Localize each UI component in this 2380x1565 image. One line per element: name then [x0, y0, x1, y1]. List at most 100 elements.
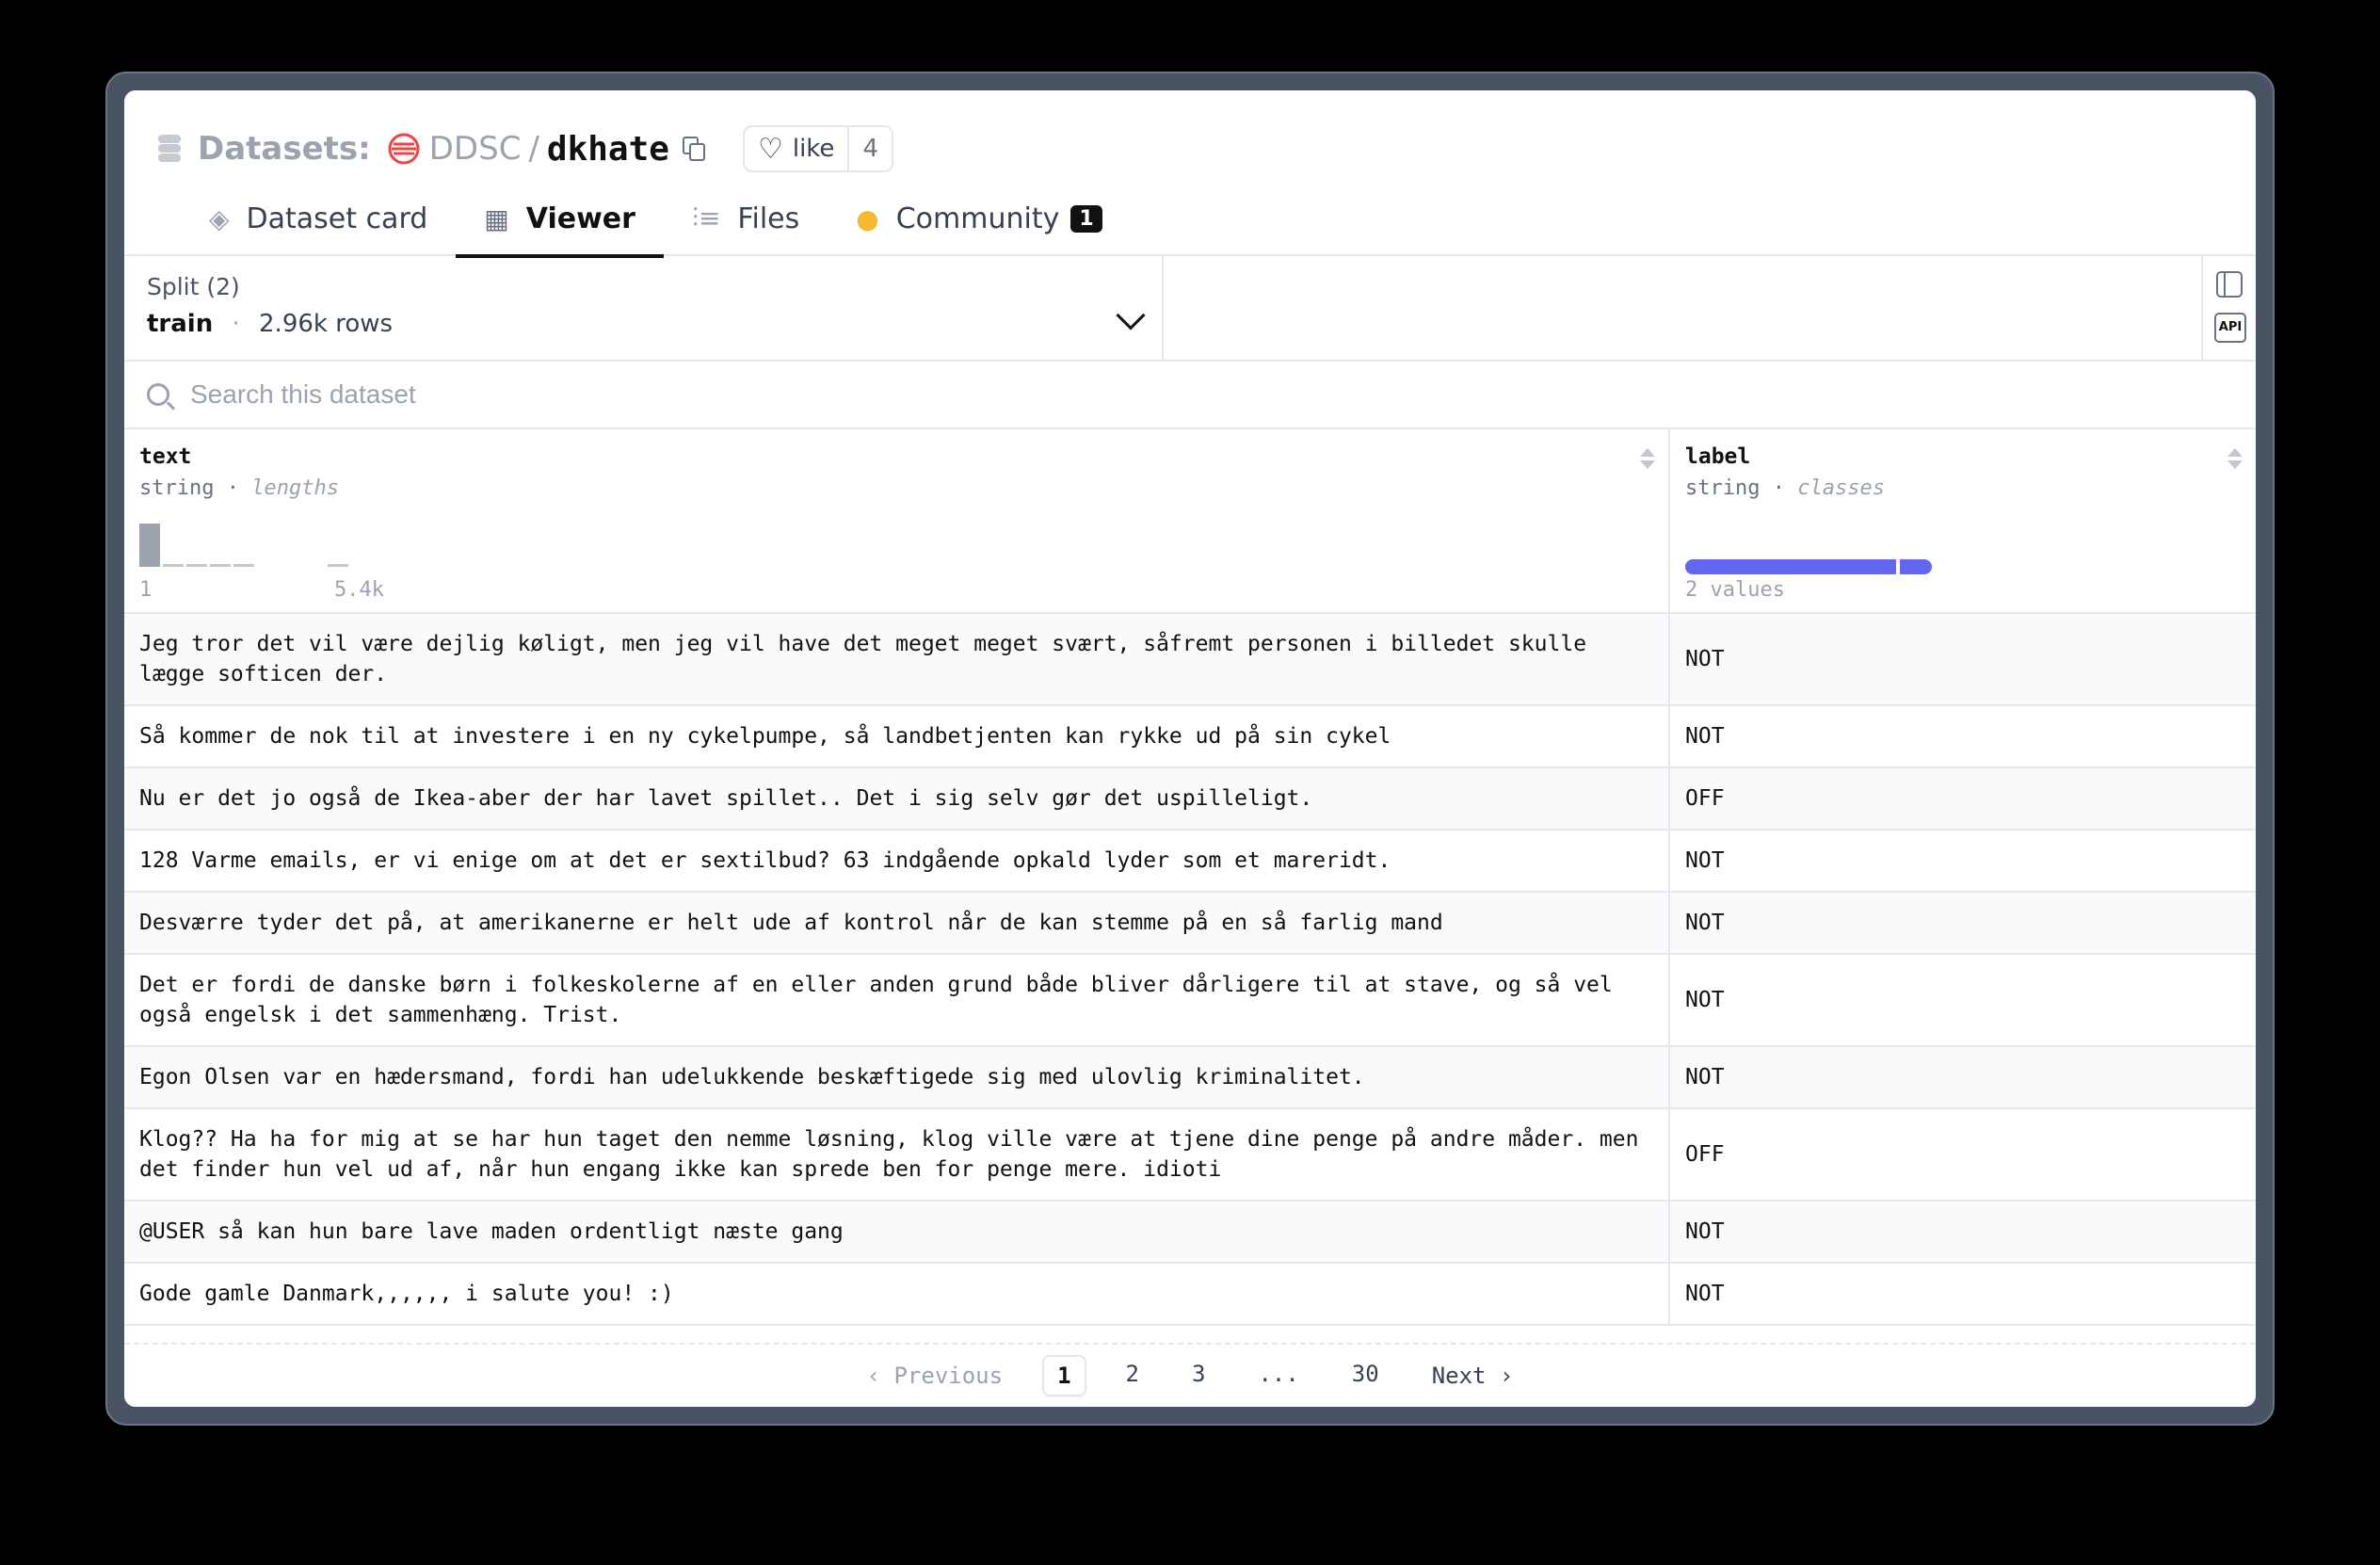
table-row[interactable]: Nu er det jo også de Ikea-aber der har l…: [124, 768, 2256, 831]
tab-community[interactable]: ● Community 1: [828, 181, 1130, 256]
column-type: string · lengths: [139, 476, 1653, 500]
search-input[interactable]: [190, 379, 1320, 410]
cell-text[interactable]: Så kommer de nok til at investere i en n…: [124, 706, 1668, 766]
org-link[interactable]: DDSC: [429, 130, 522, 168]
search-bar: [124, 362, 2256, 429]
like-label: like: [792, 135, 835, 163]
next-page-button[interactable]: Next ›: [1419, 1357, 1527, 1395]
class-distribution-bar[interactable]: [1685, 559, 1932, 574]
split-label: Split (2): [147, 273, 240, 300]
cell-label[interactable]: NOT: [1668, 614, 2256, 704]
table-row[interactable]: Så kommer de nok til at investere i en n…: [124, 706, 2256, 768]
column-type-separator: ·: [1772, 476, 1785, 500]
table-row[interactable]: Gode gamle Danmark,,,,,, i salute you! :…: [124, 1264, 2256, 1326]
table-body: Jeg tror det vil være dejlig køligt, men…: [124, 614, 2256, 1343]
breadcrumb-separator: /: [528, 130, 539, 168]
previous-label: Previous: [893, 1363, 1004, 1389]
tab-dataset-card[interactable]: ◈ Dataset card: [181, 181, 456, 256]
cell-text[interactable]: 128 Varme emails, er vi enige om at det …: [124, 831, 1668, 891]
heart-icon: ♡: [757, 132, 783, 166]
class-segment[interactable]: [1685, 559, 1896, 574]
sort-icon[interactable]: [2227, 448, 2243, 473]
tab-label: Community: [895, 202, 1060, 235]
table-row[interactable]: Jeg tror det vil være dejlig køligt, men…: [124, 614, 2256, 706]
cell-label[interactable]: NOT: [1668, 831, 2256, 891]
cell-label[interactable]: OFF: [1668, 1109, 2256, 1200]
table-icon: ▦: [484, 202, 509, 234]
panel-toggle-icon[interactable]: [2216, 271, 2243, 298]
like-count[interactable]: 4: [847, 127, 892, 170]
table-row[interactable]: Egon Olsen var en hædersmand, fordi han …: [124, 1047, 2256, 1109]
histogram-bar[interactable]: [233, 564, 254, 567]
histogram-bar[interactable]: [210, 564, 231, 567]
histogram-max: 5.4k: [334, 578, 384, 602]
split-selector[interactable]: Split (2) train · 2.96k rows: [124, 256, 1164, 362]
histogram-bar[interactable]: [328, 564, 348, 567]
table-row[interactable]: 128 Varme emails, er vi enige om at det …: [124, 831, 2256, 893]
histogram-bar[interactable]: [163, 564, 184, 567]
breadcrumb: Datasets: DDSC / dkhate ♡ like 4: [158, 122, 893, 175]
database-icon: [158, 135, 181, 163]
org-logo-icon: [388, 133, 420, 165]
page-button[interactable]: 2: [1113, 1355, 1152, 1396]
column-type: string · classes: [1685, 476, 2241, 500]
cell-label[interactable]: NOT: [1668, 893, 2256, 953]
table-row[interactable]: Klog?? Ha ha for mig at se har hun taget…: [124, 1109, 2256, 1202]
tab-label: Dataset card: [246, 202, 428, 235]
split-rows: 2.96k rows: [259, 310, 394, 338]
cell-text[interactable]: Gode gamle Danmark,,,,,, i salute you! :…: [124, 1264, 1668, 1324]
class-values-count: 2 values: [1685, 578, 1785, 602]
cell-text[interactable]: Jeg tror det vil være dejlig køligt, men…: [124, 614, 1668, 704]
repo-header: Datasets: DDSC / dkhate ♡ like 4 ◈ Datase…: [124, 90, 2256, 258]
tab-files[interactable]: ⫶≡ Files: [664, 181, 828, 256]
dataset-viewer-window: Datasets: DDSC / dkhate ♡ like 4 ◈ Datase…: [124, 90, 2256, 1407]
cell-text[interactable]: Klog?? Ha ha for mig at se har hun taget…: [124, 1109, 1668, 1200]
datasets-label[interactable]: Datasets:: [198, 130, 371, 168]
table-row[interactable]: Desværre tyder det på, at amerikanerne e…: [124, 893, 2256, 955]
length-histogram[interactable]: [139, 524, 384, 567]
cell-label[interactable]: NOT: [1668, 706, 2256, 766]
column-header-text: text string · lengths 1 5.4k: [124, 429, 1668, 614]
cell-label[interactable]: OFF: [1668, 768, 2256, 829]
page-button[interactable]: 1: [1042, 1355, 1086, 1396]
api-icon[interactable]: API: [2214, 313, 2246, 343]
histogram-bar[interactable]: [186, 564, 207, 567]
cube-icon: ◈: [209, 202, 230, 234]
table-row[interactable]: @USER så kan hun bare lave maden ordentl…: [124, 1202, 2256, 1264]
pagination: ‹ Previous 1 2 3... 30 Next ›: [124, 1343, 2256, 1407]
page-button[interactable]: 30: [1339, 1355, 1392, 1396]
cell-label[interactable]: NOT: [1668, 1047, 2256, 1107]
sort-icon[interactable]: [1640, 448, 1655, 473]
cell-text[interactable]: Egon Olsen var en hædersmand, fordi han …: [124, 1047, 1668, 1107]
next-label: Next: [1431, 1363, 1487, 1389]
class-segment[interactable]: [1900, 559, 1932, 574]
column-type-separator: ·: [226, 476, 239, 500]
copy-icon[interactable]: [682, 137, 707, 161]
cell-text[interactable]: Desværre tyder det på, at amerikanerne e…: [124, 893, 1668, 953]
cell-label[interactable]: NOT: [1668, 1264, 2256, 1324]
page-list: 1 2 3... 30: [1029, 1355, 1406, 1396]
table-row[interactable]: Det er fordi de danske børn i folkeskole…: [124, 955, 2256, 1047]
histogram-range: 1 5.4k: [139, 578, 384, 602]
tab-label: Viewer: [525, 202, 635, 235]
histogram-bar[interactable]: [139, 524, 160, 567]
community-count-badge: 1: [1070, 204, 1102, 233]
split-row: Split (2) train · 2.96k rows API: [124, 256, 2256, 362]
cell-text[interactable]: Nu er det jo også de Ikea-aber der har l…: [124, 768, 1668, 829]
column-stat-kind: lengths: [251, 476, 339, 500]
tab-viewer[interactable]: ▦ Viewer: [456, 181, 664, 258]
cell-text[interactable]: Det er fordi de danske børn i folkeskole…: [124, 955, 1668, 1045]
column-name: text: [139, 444, 192, 469]
repo-name[interactable]: dkhate: [547, 130, 669, 169]
cell-label[interactable]: NOT: [1668, 1202, 2256, 1262]
split-separator: ·: [232, 310, 240, 338]
column-header-label: label string · classes 2 values: [1668, 429, 2256, 614]
like-button[interactable]: ♡ like 4: [742, 125, 893, 172]
cell-label[interactable]: NOT: [1668, 955, 2256, 1045]
side-buttons: API: [2201, 256, 2256, 362]
cell-text[interactable]: @USER så kan hun bare lave maden ordentl…: [124, 1202, 1668, 1262]
column-type-value: string: [1685, 476, 1761, 500]
previous-page-button[interactable]: ‹ Previous: [854, 1357, 1017, 1395]
column-stat-kind: classes: [1797, 476, 1885, 500]
page-button[interactable]: 3: [1179, 1355, 1218, 1396]
